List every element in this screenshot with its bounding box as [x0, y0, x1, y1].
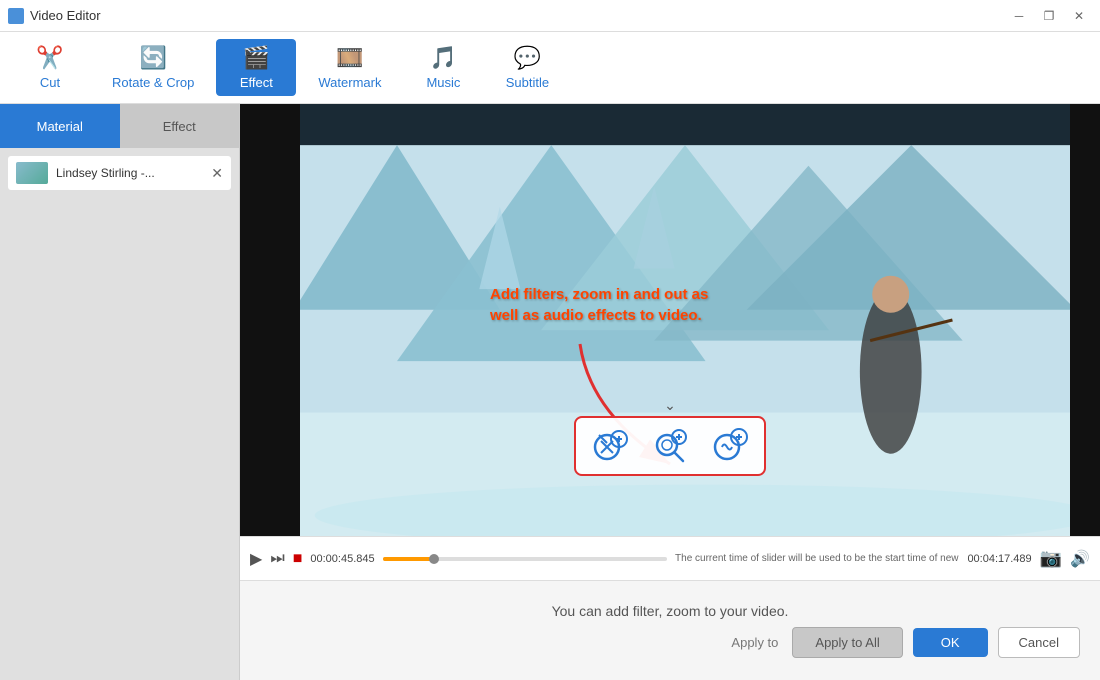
effect-icon: 🎬 [243, 45, 270, 71]
video-player: Add filters, zoom in and out aswell as a… [240, 104, 1100, 536]
tab-watermark[interactable]: 🎞️ Watermark [300, 39, 399, 96]
music-icon: 🎵 [430, 45, 457, 71]
subtitle-label: Subtitle [506, 75, 549, 90]
progress-fill [383, 557, 434, 561]
floating-toolbar: ⌄ [574, 397, 766, 476]
tab-music[interactable]: 🎵 Music [403, 39, 483, 96]
floating-buttons-container [574, 416, 766, 476]
apply-to-label: Apply to [731, 635, 778, 650]
main-content: Material Effect Lindsey Stirling -... ✕ [0, 104, 1100, 680]
progress-thumb[interactable] [429, 554, 439, 564]
current-time: 00:00:45.845 [310, 553, 374, 565]
add-zoom-button[interactable] [648, 424, 692, 468]
cut-label: Cut [40, 75, 60, 90]
sidebar-tabs: Material Effect [0, 104, 239, 148]
progress-track[interactable] [383, 557, 667, 561]
add-audio-effect-button[interactable] [708, 424, 752, 468]
clip-label: Lindsey Stirling -... [56, 166, 155, 180]
minimize-button[interactable]: ─ [1006, 6, 1032, 26]
bottom-actions: Apply to Apply to All OK Cancel [240, 627, 1100, 658]
rotate-label: Rotate & Crop [112, 75, 194, 90]
tooltip-text: Add filters, zoom in and out aswell as a… [490, 284, 708, 326]
dark-left-bar [240, 104, 300, 536]
title-bar-left: Video Editor [8, 8, 101, 24]
bottom-panel: You can add filter, zoom to your video. … [240, 580, 1100, 680]
sidebar: Material Effect Lindsey Stirling -... ✕ [0, 104, 240, 680]
close-button[interactable]: ✕ [1066, 6, 1092, 26]
play-button[interactable]: ▶ [250, 549, 262, 569]
add-filter-icon [591, 427, 629, 465]
sidebar-tab-material[interactable]: Material [0, 104, 120, 148]
add-audio-icon [711, 427, 749, 465]
screenshot-button[interactable]: 📷 [1040, 548, 1062, 569]
apply-to-all-button[interactable]: Apply to All [792, 627, 902, 658]
ok-button[interactable]: OK [913, 628, 988, 657]
tab-cut[interactable]: ✂️ Cut [10, 39, 90, 96]
tab-rotate-crop[interactable]: 🔄 Rotate & Crop [94, 39, 212, 96]
effect-label: Effect [240, 75, 273, 90]
status-text: The current time of slider will be used … [675, 553, 959, 564]
main-toolbar: ✂️ Cut 🔄 Rotate & Crop 🎬 Effect 🎞️ Water… [0, 32, 1100, 104]
add-zoom-icon [651, 427, 689, 465]
music-label: Music [426, 75, 460, 90]
video-area: Add filters, zoom in and out aswell as a… [240, 104, 1100, 680]
controls-bar: ▶ ⏭ ■ 00:00:45.845 The current time of s… [240, 536, 1100, 580]
cancel-button[interactable]: Cancel [998, 627, 1080, 658]
app-title: Video Editor [30, 8, 101, 23]
app-icon [8, 8, 24, 24]
step-forward-button[interactable]: ⏭ [270, 550, 284, 568]
sidebar-content: Lindsey Stirling -... ✕ [0, 148, 239, 680]
dark-right-bar [1070, 104, 1100, 536]
bottom-hint: You can add filter, zoom to your video. [552, 603, 789, 619]
add-filter-button[interactable] [588, 424, 632, 468]
stop-button[interactable]: ■ [293, 550, 303, 568]
rotate-icon: 🔄 [139, 45, 166, 71]
progress-bar-container[interactable] [383, 557, 667, 561]
clip-item[interactable]: Lindsey Stirling -... ✕ [8, 156, 231, 190]
tab-effect[interactable]: 🎬 Effect [216, 39, 296, 96]
watermark-icon: 🎞️ [336, 45, 363, 71]
watermark-label: Watermark [318, 75, 381, 90]
window-controls: ─ ❐ ✕ [1006, 6, 1092, 26]
title-bar: Video Editor ─ ❐ ✕ [0, 0, 1100, 32]
volume-button[interactable]: 🔊 [1070, 549, 1090, 569]
chevron-down-icon: ⌄ [664, 397, 676, 414]
subtitle-icon: 💬 [514, 45, 541, 71]
tab-subtitle[interactable]: 💬 Subtitle [487, 39, 567, 96]
cut-icon: ✂️ [36, 45, 63, 71]
restore-button[interactable]: ❐ [1036, 6, 1062, 26]
clip-thumbnail [16, 162, 48, 184]
sidebar-tab-effect[interactable]: Effect [120, 104, 240, 148]
close-clip-button[interactable]: ✕ [211, 165, 223, 182]
end-time: 00:04:17.489 [967, 553, 1031, 565]
